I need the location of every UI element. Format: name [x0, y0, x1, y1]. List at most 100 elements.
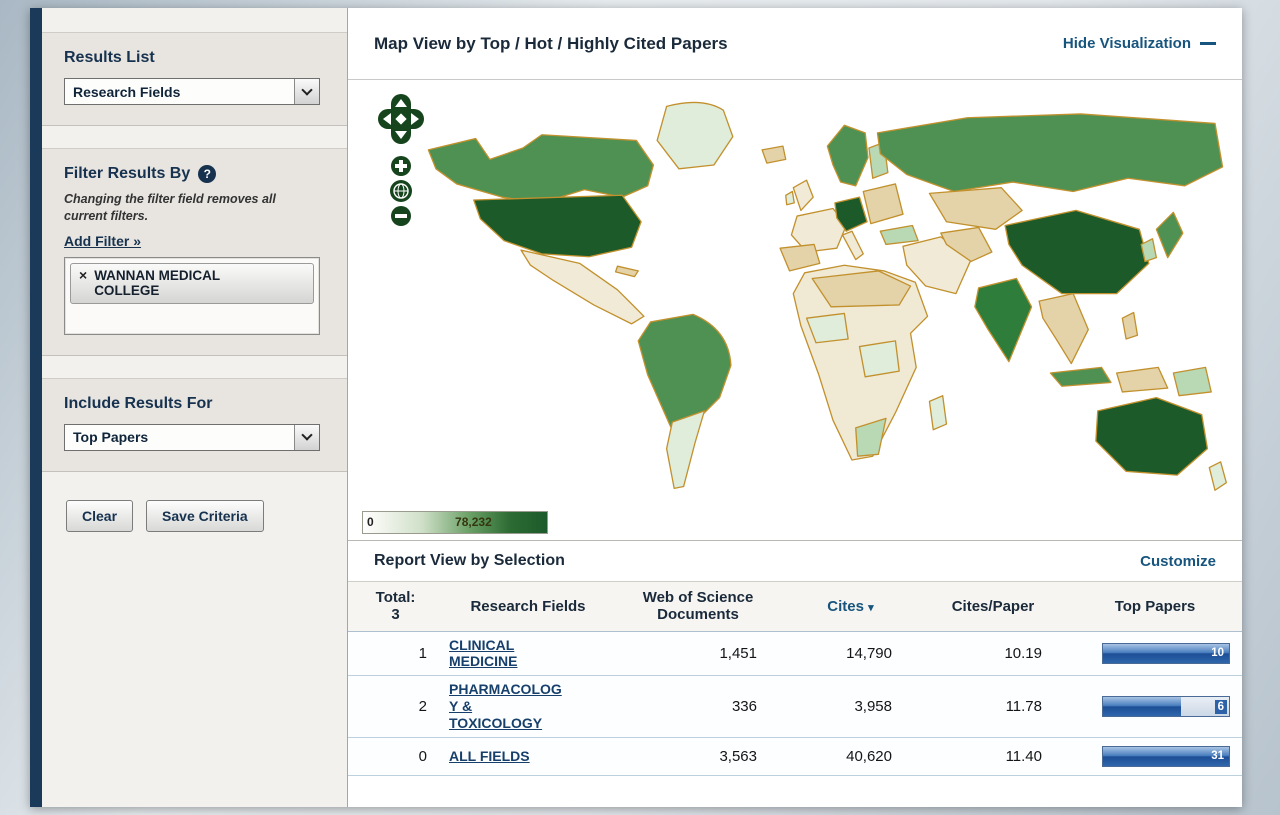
country-uk[interactable]	[793, 180, 813, 210]
cites-per-paper-cell: 11.40	[918, 748, 1068, 765]
filter-title: Filter Results By	[64, 165, 190, 183]
map-view-title: Map View by Top / Hot / Highly Cited Pap…	[374, 34, 728, 54]
rank-cell: 0	[348, 748, 443, 765]
help-icon[interactable]: ?	[198, 165, 216, 183]
top-papers-bar[interactable]: 31	[1102, 746, 1230, 767]
clear-button[interactable]: Clear	[66, 500, 133, 532]
add-filter-link[interactable]: Add Filter »	[64, 233, 141, 249]
country-india[interactable]	[975, 278, 1032, 361]
region-indonesia-east[interactable]	[1117, 367, 1168, 392]
esi-application-window: Results List Research Fields Filter Resu…	[30, 8, 1242, 807]
field-link[interactable]: ALL FIELDS	[449, 748, 530, 765]
region-southeast-asia[interactable]	[1039, 294, 1088, 364]
country-new-guinea[interactable]	[1173, 367, 1211, 395]
country-australia[interactable]	[1096, 398, 1208, 476]
include-results-dropdown[interactable]: Top Papers	[64, 424, 320, 451]
active-filters-box: × WANNAN MEDICAL COLLEGE	[64, 257, 320, 335]
cites-per-paper-header: Cites/Paper	[918, 598, 1068, 615]
results-list-dropdown-value: Research Fields	[65, 84, 294, 100]
country-ireland[interactable]	[786, 191, 795, 204]
field-link[interactable]: CLINICAL MEDICINE	[449, 637, 569, 671]
documents-cell: 1,451	[613, 645, 783, 662]
cites-cell: 40,620	[783, 748, 918, 765]
pan-control[interactable]	[378, 94, 424, 144]
globe-reset-button[interactable]	[390, 180, 412, 202]
report-view-header: Report View by Selection Customize	[348, 540, 1242, 582]
country-spain[interactable]	[780, 244, 820, 270]
include-results-dropdown-value: Top Papers	[65, 429, 294, 445]
region-east-africa[interactable]	[859, 341, 899, 377]
top-papers-bar[interactable]: 10	[1102, 643, 1230, 664]
map-color-legend: 0 78,232	[362, 511, 548, 534]
save-criteria-button[interactable]: Save Criteria	[146, 500, 264, 532]
cites-per-paper-cell: 11.78	[918, 698, 1068, 715]
include-results-title: Include Results For	[64, 395, 325, 413]
sidebar-buttons: Clear Save Criteria	[42, 494, 347, 532]
country-japan[interactable]	[1156, 212, 1182, 257]
active-filter-tag[interactable]: × WANNAN MEDICAL COLLEGE	[70, 263, 314, 304]
country-new-zealand[interactable]	[1209, 462, 1226, 490]
left-edge-bar	[30, 8, 42, 807]
remove-filter-icon[interactable]: ×	[79, 268, 87, 283]
country-italy[interactable]	[842, 231, 863, 259]
region-eastern-europe[interactable]	[863, 184, 903, 224]
map-view-header: Map View by Top / Hot / Highly Cited Pap…	[348, 8, 1242, 80]
zoom-out-button[interactable]	[391, 206, 411, 226]
documents-cell: 3,563	[613, 748, 783, 765]
customize-link[interactable]: Customize	[1140, 553, 1216, 570]
filter-note: Changing the filter field removes all cu…	[64, 191, 314, 225]
world-map[interactable]: 0 78,232	[348, 80, 1242, 540]
top-papers-header: Top Papers	[1068, 598, 1242, 615]
top-papers-value: 6	[1215, 700, 1227, 714]
results-list-section: Results List Research Fields	[42, 32, 347, 126]
field-link[interactable]: PHARMACOLOGY & TOXICOLOGY	[449, 681, 569, 731]
zoom-in-button[interactable]	[391, 156, 411, 176]
region-caribbean[interactable]	[616, 266, 639, 276]
country-china[interactable]	[1005, 210, 1149, 293]
cites-cell: 14,790	[783, 645, 918, 662]
country-greenland[interactable]	[657, 102, 733, 168]
rank-cell: 2	[348, 698, 443, 715]
map-controls	[378, 94, 424, 245]
country-russia[interactable]	[877, 114, 1222, 192]
hide-visualization-link[interactable]: Hide Visualization	[1063, 35, 1216, 52]
report-view-title: Report View by Selection	[374, 552, 565, 570]
country-indonesia[interactable]	[1050, 367, 1111, 386]
table-row: 1 CLINICAL MEDICINE 1,451 14,790 10.19 1…	[348, 632, 1242, 677]
total-header: Total: 3	[348, 589, 443, 624]
documents-cell: 336	[613, 698, 783, 715]
region-central-asia[interactable]	[929, 188, 1022, 230]
country-turkey[interactable]	[880, 226, 918, 245]
cites-sort-header[interactable]: Cites ▾	[783, 598, 918, 615]
cites-per-paper-cell: 10.19	[918, 645, 1068, 662]
results-list-dropdown[interactable]: Research Fields	[64, 78, 320, 105]
results-list-title: Results List	[64, 49, 325, 67]
chevron-down-icon[interactable]	[294, 79, 319, 104]
country-philippines[interactable]	[1122, 313, 1137, 339]
region-mexico-central-america[interactable]	[521, 250, 644, 324]
chevron-down-icon[interactable]	[294, 425, 319, 450]
world-map-svg[interactable]	[400, 86, 1232, 522]
country-iceland[interactable]	[762, 146, 786, 163]
documents-header: Web of Science Documents	[613, 589, 783, 624]
active-filter-label: WANNAN MEDICAL COLLEGE	[94, 268, 244, 299]
filter-section: Filter Results By ? Changing the filter …	[42, 148, 347, 356]
legend-max-value: 78,232	[455, 515, 492, 529]
region-scandinavia[interactable]	[827, 125, 868, 186]
top-papers-value: 10	[1208, 646, 1227, 660]
minimize-icon	[1200, 42, 1216, 45]
sidebar: Results List Research Fields Filter Resu…	[42, 8, 348, 807]
main-panel: Map View by Top / Hot / Highly Cited Pap…	[348, 8, 1242, 807]
country-madagascar[interactable]	[929, 396, 946, 430]
top-papers-value: 31	[1208, 749, 1227, 763]
region-south-america-south[interactable]	[667, 411, 705, 489]
rank-cell: 1	[348, 645, 443, 662]
top-papers-bar[interactable]: 6	[1102, 696, 1230, 717]
include-results-section: Include Results For Top Papers	[42, 378, 347, 472]
table-row: 0 ALL FIELDS 3,563 40,620 11.40 31	[348, 738, 1242, 776]
research-fields-header: Research Fields	[443, 598, 613, 615]
legend-min-value: 0	[367, 515, 374, 529]
results-table: Total: 3 Research Fields Web of Science …	[348, 582, 1242, 776]
country-canada[interactable]	[428, 135, 653, 203]
country-usa[interactable]	[474, 195, 641, 256]
